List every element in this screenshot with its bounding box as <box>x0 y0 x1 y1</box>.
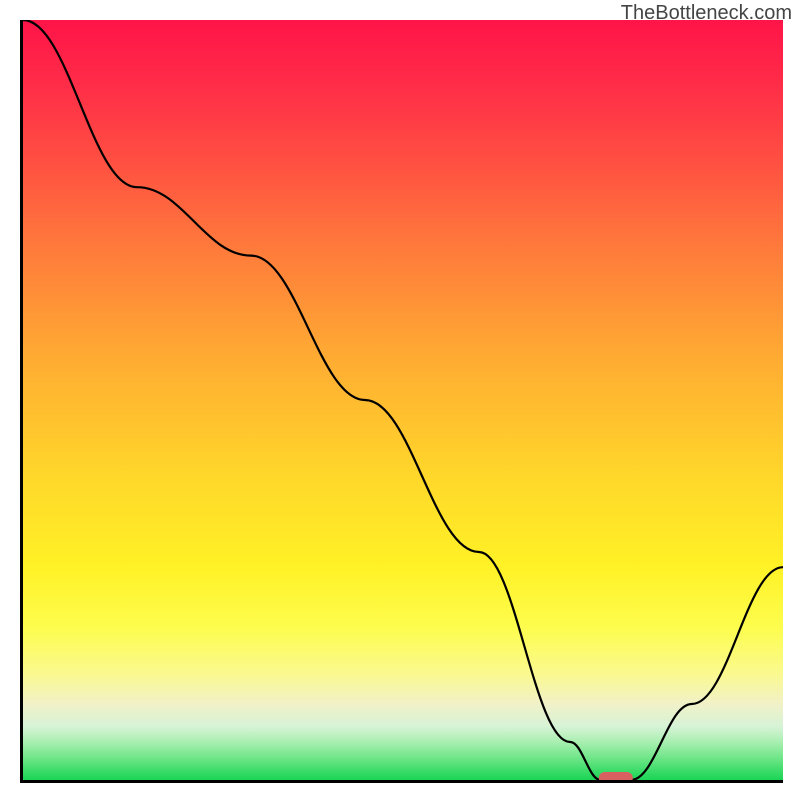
bottleneck-curve <box>23 20 783 780</box>
optimum-marker <box>599 772 633 783</box>
curve-path <box>23 20 783 780</box>
plot-area <box>20 20 783 783</box>
